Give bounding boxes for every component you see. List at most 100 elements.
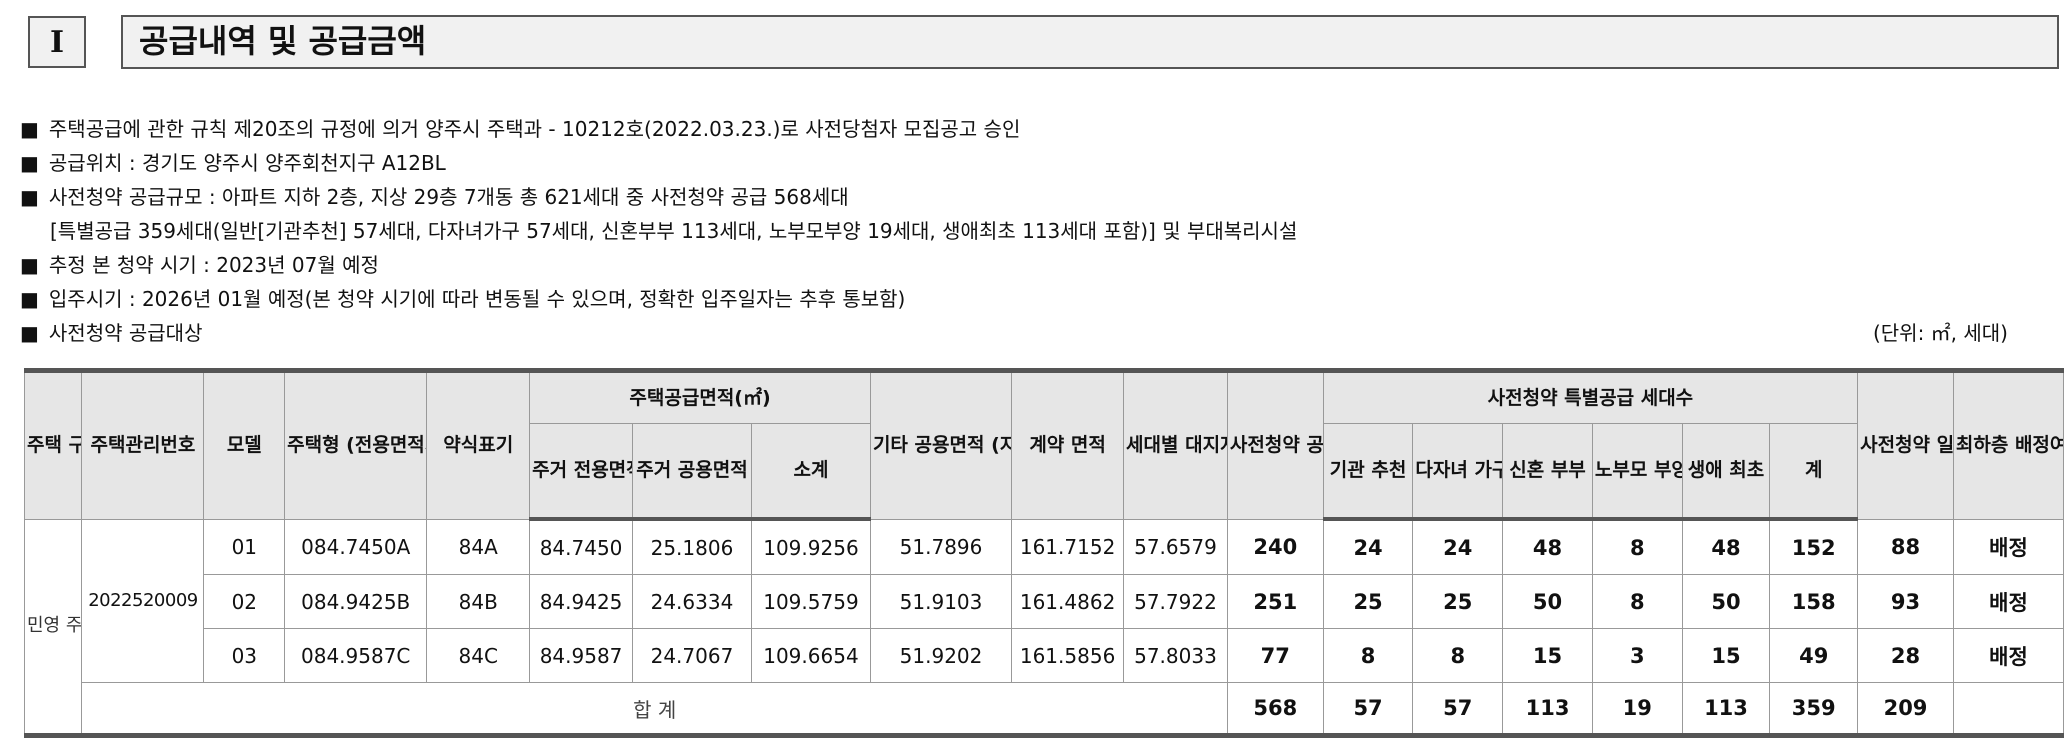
header-common-area: 주거 공용면적: [631, 423, 752, 521]
multi-child-cell: 24: [1412, 518, 1504, 575]
exclusive-cell: 84.7450: [529, 518, 633, 575]
header-housing-size: 주택형 (전용면적기준): [284, 370, 428, 520]
note-location: ■ 공급위치 : 경기도 양주시 양주회천지구 A12BL: [20, 146, 2050, 180]
lowest-floor-cell: 배정: [1952, 518, 2065, 575]
note-text: 사전청약 공급규모 : 아파트 지하 2층, 지상 29층 7개동 총 621세…: [48, 185, 849, 209]
header-special-supply: 사전청약 특별공급 세대수: [1322, 370, 1859, 424]
size-cell: 084.9425B: [284, 574, 428, 629]
total-row: 합 계 568 57 57 113 19 113 359 209: [25, 682, 2065, 736]
general-cell: 88: [1857, 518, 1954, 575]
land-share-cell: 57.8033: [1123, 628, 1228, 683]
square-bullet-icon: ■: [20, 287, 39, 311]
special-sum-cell: 152: [1769, 518, 1859, 575]
total-special-sum: 359: [1769, 682, 1859, 736]
section-number: I: [28, 16, 86, 68]
note-scale-detail: [특별공급 359세대(일반[기관추천] 57세대, 다자녀가구 57세대, 신…: [50, 219, 1298, 243]
square-bullet-icon: ■: [20, 321, 39, 345]
total-multi-child: 57: [1412, 682, 1504, 736]
model-cell: 02: [203, 574, 286, 629]
supply-target-row: ■ 사전청약 공급대상 (단위: ㎡, 세대): [20, 316, 2050, 350]
total-lowest-floor: [1952, 682, 2065, 736]
header-first-time: 생애 최초: [1681, 423, 1771, 521]
note-text: 주택공급에 관한 규칙 제20조의 규정에 의거 양주시 주택과 - 10212…: [48, 117, 1021, 141]
mgmt-no-cell: 2022520009: [81, 518, 205, 683]
pre-supply-cell: 251: [1226, 574, 1324, 629]
note-approval: ■ 주택공급에 관한 규칙 제20조의 규정에 의거 양주시 주택과 - 1021…: [20, 112, 2050, 146]
square-bullet-icon: ■: [20, 151, 39, 175]
header-land-share: 세대별 대지지분: [1123, 370, 1228, 520]
note-text: 추정 본 청약 시기 : 2023년 07월 예정: [48, 253, 379, 277]
multi-child-cell: 8: [1412, 628, 1504, 683]
section-title: 공급내역 및 공급금액: [121, 15, 2059, 69]
land-share-cell: 57.7922: [1123, 574, 1228, 629]
lowest-floor-cell: 배정: [1952, 628, 2065, 683]
contract-cell: 161.4862: [1011, 574, 1125, 629]
header-multi-child: 다자녀 가구: [1412, 423, 1504, 521]
note-supply-target: ■ 사전청약 공급대상: [20, 316, 2050, 350]
special-sum-cell: 49: [1769, 628, 1859, 683]
lowest-floor-cell: 배정: [1952, 574, 2065, 629]
header-institution: 기관 추천: [1322, 423, 1414, 521]
header-special-sum: 계: [1769, 423, 1859, 521]
other-common-cell: 51.9202: [869, 628, 1013, 683]
table-row: 03 084.9587C 84C 84.9587 24.7067 109.665…: [25, 628, 2065, 683]
total-elderly: 19: [1591, 682, 1683, 736]
general-cell: 93: [1857, 574, 1954, 629]
newlywed-cell: 48: [1502, 518, 1593, 575]
header-other-common: 기타 공용면적 (지하주차장등): [869, 370, 1013, 520]
special-sum-cell: 158: [1769, 574, 1859, 629]
total-first-time: 113: [1681, 682, 1771, 736]
note-main-subscription: ■ 추정 본 청약 시기 : 2023년 07월 예정: [20, 248, 2050, 282]
header-elderly: 노부모 부양: [1591, 423, 1683, 521]
header-mgmt-no: 주택관리번호: [81, 370, 205, 520]
note-text: 입주시기 : 2026년 01월 예정(본 청약 시기에 따라 변동될 수 있으…: [48, 287, 906, 311]
square-bullet-icon: ■: [20, 117, 39, 141]
contract-cell: 161.7152: [1011, 518, 1125, 575]
model-cell: 01: [203, 518, 286, 575]
note-text: 공급위치 : 경기도 양주시 양주회천지구 A12BL: [48, 151, 446, 175]
subtotal-cell: 109.9256: [750, 518, 871, 575]
common-cell: 24.6334: [631, 574, 752, 629]
subtotal-cell: 109.6654: [750, 628, 871, 683]
square-bullet-icon: ■: [20, 185, 39, 209]
newlywed-cell: 50: [1502, 574, 1593, 629]
header-newlywed: 신혼 부부: [1502, 423, 1593, 521]
total-pre-supply: 568: [1226, 682, 1324, 736]
header-exclusive-area: 주거 전용면적: [529, 423, 633, 521]
other-common-cell: 51.7896: [869, 518, 1013, 575]
other-common-cell: 51.9103: [869, 574, 1013, 629]
total-newlywed: 113: [1502, 682, 1593, 736]
exclusive-cell: 84.9587: [529, 628, 633, 683]
first-time-cell: 48: [1681, 518, 1771, 575]
exclusive-cell: 84.9425: [529, 574, 633, 629]
header-model: 모델: [203, 370, 286, 520]
supply-table: 주택 구분 주택관리번호 모델 주택형 (전용면적기준) 약식표기 주택공급면적…: [23, 368, 2065, 738]
notice-list: ■ 주택공급에 관한 규칙 제20조의 규정에 의거 양주시 주택과 - 1021…: [20, 112, 2050, 350]
header-short-label: 약식표기: [426, 370, 531, 520]
short-cell: 84C: [426, 628, 531, 683]
header-general-supply: 사전청약 일반공급 세대수: [1857, 370, 1954, 520]
institution-cell: 8: [1322, 628, 1414, 683]
header-lowest-floor: 최하층 배정여부: [1952, 370, 2065, 520]
header-housing-type: 주택 구분: [23, 370, 83, 520]
square-bullet-icon: ■: [20, 253, 39, 277]
model-cell: 03: [203, 628, 286, 683]
institution-cell: 24: [1322, 518, 1414, 575]
elderly-cell: 8: [1591, 518, 1683, 575]
short-cell: 84B: [426, 574, 531, 629]
housing-type-cell: 민영 주택: [23, 518, 83, 736]
table-row: 민영 주택 2022520009 01 084.7450A 84A 84.745…: [23, 518, 2065, 736]
pre-supply-cell: 240: [1226, 518, 1324, 575]
contract-cell: 161.5856: [1011, 628, 1125, 683]
unit-label: (단위: ㎡, 세대): [1872, 321, 2008, 345]
elderly-cell: 8: [1591, 574, 1683, 629]
size-cell: 084.9587C: [284, 628, 428, 683]
total-label: 합 계: [81, 682, 1228, 736]
total-general: 209: [1857, 682, 1954, 736]
newlywed-cell: 15: [1502, 628, 1593, 683]
table-row: 02 084.9425B 84B 84.9425 24.6334 109.575…: [25, 574, 2065, 629]
total-institution: 57: [1322, 682, 1414, 736]
size-cell: 084.7450A: [284, 518, 428, 575]
note-move-in: ■ 입주시기 : 2026년 01월 예정(본 청약 시기에 따라 변동될 수 있…: [20, 282, 2050, 316]
elderly-cell: 3: [1591, 628, 1683, 683]
